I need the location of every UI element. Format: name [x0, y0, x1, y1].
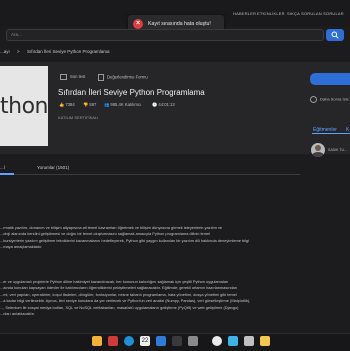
breadcrumb-parent[interactable]: ...ayı [0, 49, 10, 54]
course-type-label: Son test [70, 74, 86, 80]
search-icon [331, 31, 339, 39]
dislike-count[interactable]: 👎 597 [83, 102, 96, 108]
calendar-icon[interactable]: 22 [140, 336, 150, 346]
breadcrumb-current: Sıfırdan İleri Seviye Python Programlama [26, 49, 110, 54]
thumbs-down-icon[interactable]: 👎 [83, 102, 88, 107]
instructor-name[interactable]: SADIK TU... [328, 148, 347, 152]
participant-count: 👥 985.4K Katılımcı [104, 102, 141, 108]
description-paragraph-2: ...er ve uygulamalı projelerle Python di… [0, 279, 300, 317]
instructors-tab-underline [312, 133, 350, 134]
like-count[interactable]: 👍 7384 [59, 102, 75, 108]
mail-icon[interactable] [156, 336, 166, 346]
search-input[interactable]: Ara... [11, 32, 22, 37]
course-type: Son test [60, 74, 85, 80]
course-title: Sıfırdan İleri Seviye Python Programlama [58, 88, 205, 97]
watch-later-label: Daha Sonra İzle [320, 96, 349, 102]
evaluation-form-label[interactable]: Değerlendirme Formu [107, 75, 148, 80]
thumbnail-text: thon [0, 94, 48, 119]
active-tab-indicator [0, 173, 14, 175]
nav-link-events[interactable]: ETKİNLİKLER [257, 11, 285, 16]
course-hero [0, 62, 350, 154]
browser-edge-icon[interactable] [124, 336, 134, 346]
app-icon-red[interactable] [108, 336, 118, 346]
chrome-icon[interactable] [212, 336, 222, 346]
grid-icon [60, 74, 67, 80]
photos-icon[interactable] [244, 336, 254, 346]
notes-icon[interactable] [260, 336, 270, 346]
search-button[interactable] [326, 29, 344, 41]
description-line: ...nları anlatılacaktır. [0, 311, 35, 317]
avatar[interactable] [311, 143, 325, 157]
radio-icon[interactable] [310, 96, 317, 103]
store-icon[interactable] [228, 336, 238, 346]
enroll-button[interactable] [310, 73, 350, 85]
tab-reviews[interactable]: Yorumlar (1501) [37, 165, 69, 170]
duration-value: 44:01:13 [158, 102, 175, 107]
participants-value: 985.4K Katılımcı [110, 102, 142, 107]
tab-overview[interactable]: ...l [0, 165, 5, 170]
breadcrumb: ...ayı > Sıfırdan İleri Seviye Python Pr… [0, 49, 109, 54]
nav-link-faq[interactable]: SIKÇA SORULAN SORULAR [287, 11, 344, 16]
tabs-divider [0, 174, 300, 175]
clock-icon: 🕑 [152, 102, 158, 107]
file-explorer-icon[interactable] [92, 336, 102, 346]
certificate-badge: KATILIM SERTİFİKALI [58, 115, 99, 120]
nav-link-news[interactable]: HABERLER [233, 11, 256, 16]
evaluation-form-link[interactable]: Değerlendirme Formu [98, 74, 148, 81]
description-paragraph-1: ...rmatik yazılım, donanım ve bilişim al… [0, 225, 300, 251]
course-duration: 🕑 44:01:13 [152, 102, 175, 108]
error-icon: × [133, 18, 143, 29]
toast-message: Kayıt sırasında hata oluştu! [148, 20, 211, 27]
dislikes-value: 597 [89, 102, 97, 107]
users-icon: 👥 [104, 102, 110, 107]
thumbs-up-icon[interactable]: 👍 [59, 102, 64, 107]
watch-later-option[interactable]: Daha Sonra İzle [310, 96, 349, 103]
breadcrumb-separator: > [17, 49, 20, 54]
search-bar[interactable]: Ara... [6, 29, 324, 41]
settings-icon[interactable] [188, 336, 198, 346]
course-thumbnail: thon [0, 66, 48, 146]
terminal-icon[interactable] [172, 336, 182, 346]
likes-value: 7384 [65, 102, 75, 107]
document-icon [98, 74, 104, 81]
description-line: ...maya amaçlamaktadır. [0, 244, 43, 250]
